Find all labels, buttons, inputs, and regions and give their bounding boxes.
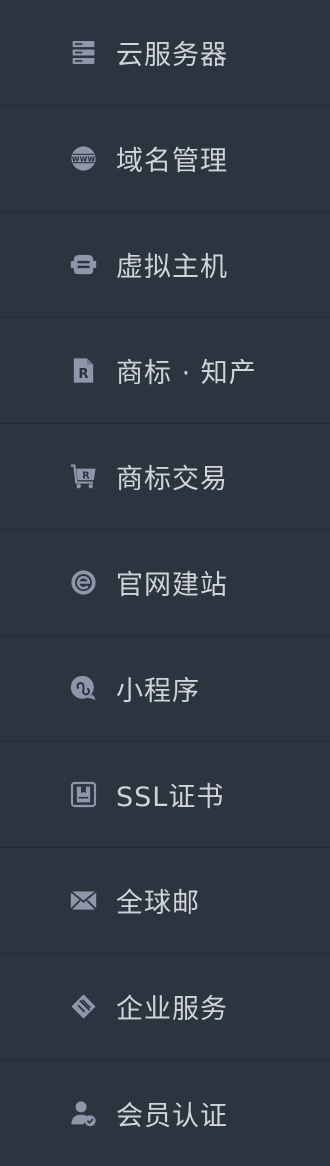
menu-item-trademark-trading[interactable]: R 商标交易	[0, 424, 330, 530]
svg-text:R: R	[78, 367, 88, 382]
menu-item-label: 官网建站	[116, 570, 228, 601]
ssl-certificate-icon	[69, 780, 98, 809]
menu-item-label: 商标交易	[116, 464, 228, 495]
menu-item-domain-management[interactable]: www 域名管理	[0, 106, 330, 212]
menu-item-enterprise-service[interactable]: 企业服务	[0, 954, 330, 1060]
trademark-document-icon: R	[69, 356, 98, 385]
menu-item-label: 虚拟主机	[116, 252, 228, 283]
svg-text:R: R	[82, 470, 90, 481]
sidebar-menu: 云服务器 www 域名管理 虚拟主机 R 商标 · 知产 R 商标交易 官网建站…	[0, 0, 330, 1166]
menu-item-cloud-server[interactable]: 云服务器	[0, 0, 330, 106]
menu-item-label: 小程序	[116, 676, 200, 707]
menu-item-label: 全球邮	[116, 888, 200, 919]
member-verification-icon	[69, 1099, 98, 1128]
menu-item-global-mail[interactable]: 全球邮	[0, 848, 330, 954]
website-builder-icon	[69, 568, 98, 597]
menu-item-website-builder[interactable]: 官网建站	[0, 530, 330, 636]
globe-icon: www	[69, 144, 98, 173]
server-icon	[69, 38, 98, 67]
menu-item-label: 云服务器	[116, 40, 228, 71]
menu-item-member-verification[interactable]: 会员认证	[0, 1060, 330, 1166]
menu-item-mini-program[interactable]: 小程序	[0, 636, 330, 742]
menu-item-virtual-host[interactable]: 虚拟主机	[0, 212, 330, 318]
enterprise-service-icon	[69, 992, 98, 1021]
menu-item-trademark-ip[interactable]: R 商标 · 知产	[0, 318, 330, 424]
menu-item-label: 会员认证	[116, 1100, 228, 1132]
menu-item-label: 域名管理	[116, 146, 228, 177]
mail-icon	[69, 886, 98, 915]
menu-item-ssl-certificate[interactable]: SSL证书	[0, 742, 330, 848]
mini-program-icon	[69, 674, 98, 703]
svg-text:www: www	[72, 154, 96, 164]
menu-item-label: SSL证书	[116, 782, 225, 813]
menu-item-label: 企业服务	[116, 994, 228, 1025]
virtual-host-icon	[69, 250, 98, 279]
menu-item-label: 商标 · 知产	[116, 358, 257, 389]
trademark-cart-icon: R	[69, 462, 98, 491]
